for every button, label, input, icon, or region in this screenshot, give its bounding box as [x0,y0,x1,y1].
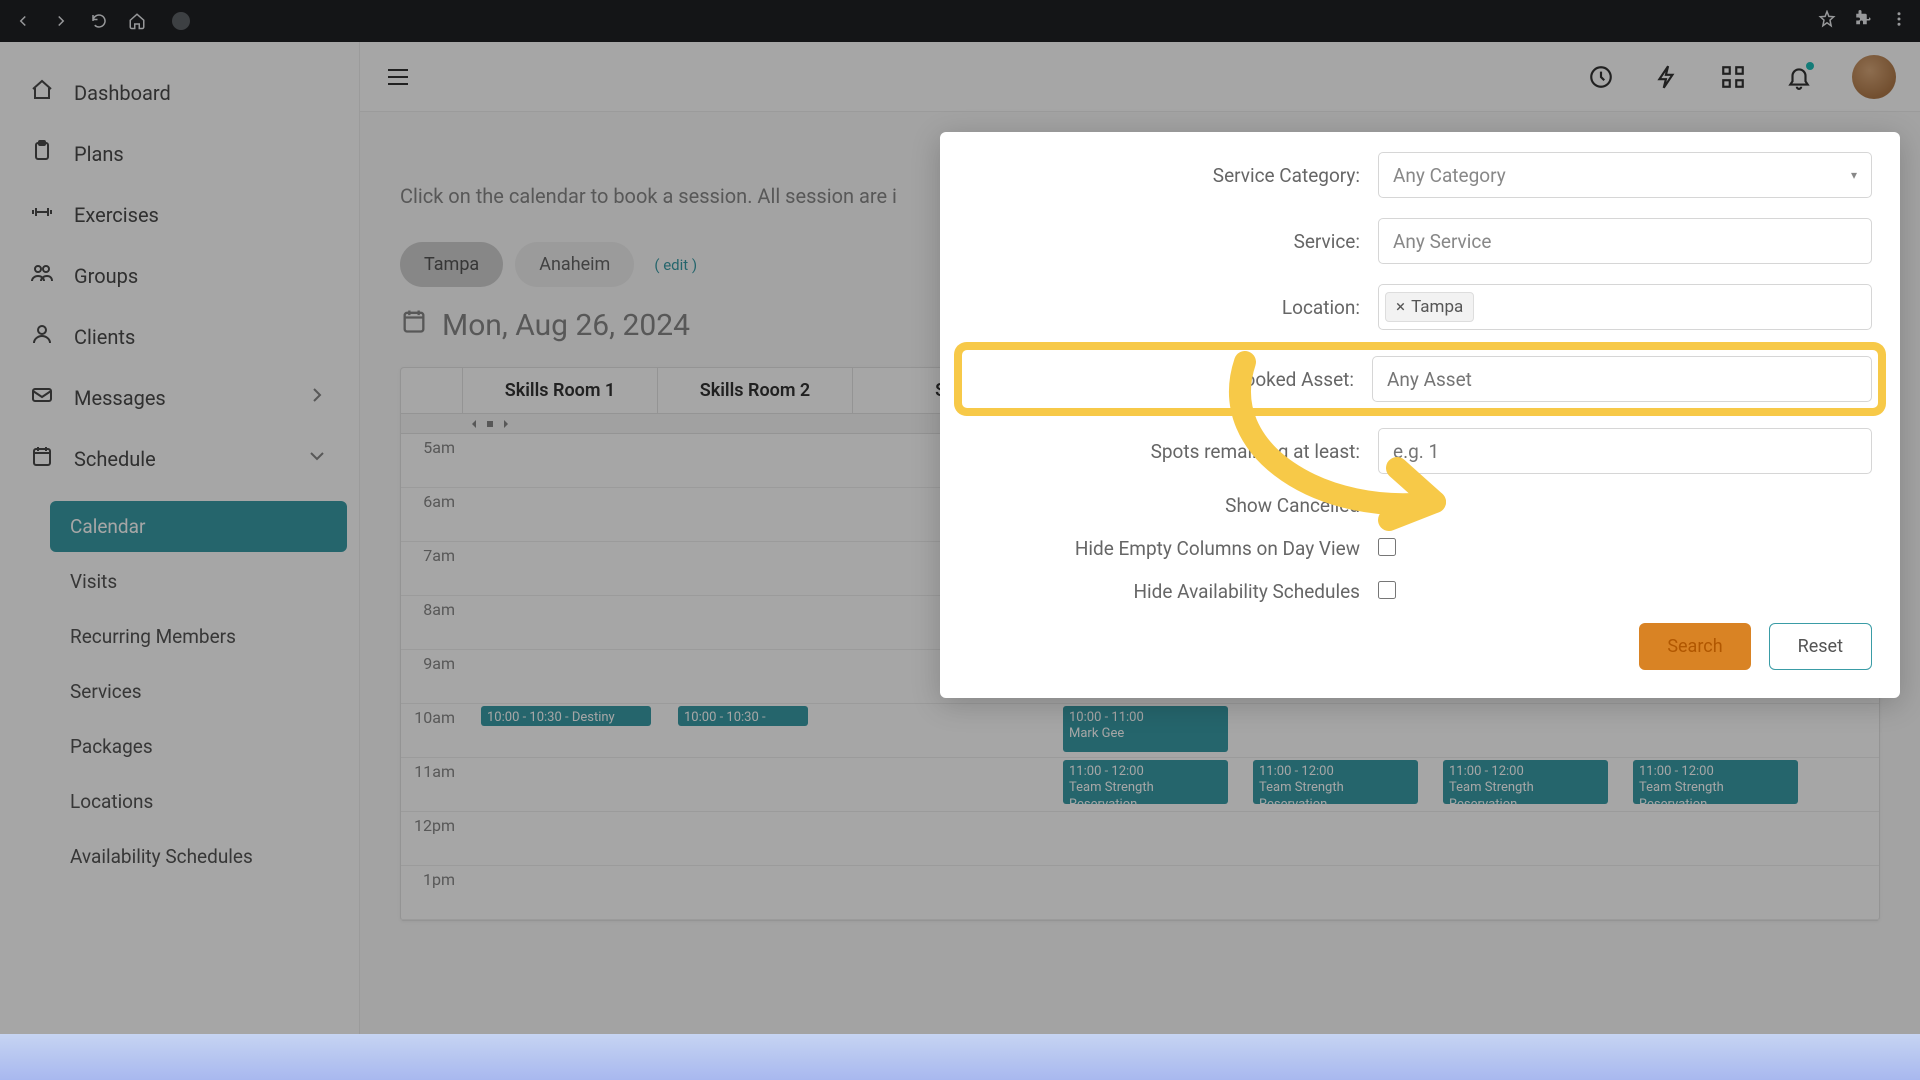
sidebar: Dashboard Plans Exercises Groups Clients… [0,42,360,1080]
sidebar-item-label: Exercises [74,203,159,227]
hide-availability-label: Hide Availability Schedules [968,580,1378,603]
location-select[interactable]: ×Tampa [1378,284,1872,330]
clock-icon[interactable] [1588,64,1614,90]
pill-tampa[interactable]: Tampa [400,242,503,287]
sidebar-sub-calendar[interactable]: Calendar [50,501,347,552]
site-info-icon[interactable] [172,12,190,30]
sidebar-item-label: Dashboard [74,81,171,105]
booked-asset-input[interactable] [1372,356,1872,402]
column-header: Skills Room 2 [658,368,853,413]
caret-down-icon: ▾ [1851,168,1857,182]
event[interactable]: 11:00 - 12:00 Team Strength Reservation [1443,760,1608,804]
sidebar-item-label: Schedule [74,447,156,471]
menu-icon[interactable] [1890,10,1908,32]
home-button[interactable] [126,10,148,32]
avatar[interactable] [1852,55,1896,99]
sidebar-sub-availability[interactable]: Availability Schedules [50,831,347,882]
caret-right-icon [501,419,511,429]
hide-empty-checkbox[interactable] [1378,538,1396,556]
sidebar-sub-recurring[interactable]: Recurring Members [50,611,347,662]
person-icon [30,322,54,351]
forward-button[interactable] [50,10,72,32]
reload-button[interactable] [88,10,110,32]
sidebar-item-label: Clients [74,325,135,349]
caret-left-icon [469,419,479,429]
hide-empty-label: Hide Empty Columns on Day View [968,537,1378,560]
location-label: Location: [968,296,1378,319]
home-icon [30,78,54,107]
event[interactable]: 11:00 - 12:00 Team Strength Reservation [1633,760,1798,804]
service-category-select[interactable]: Any Category▾ [1378,152,1872,198]
bottom-glow-bar [0,1034,1920,1080]
sidebar-item-label: Groups [74,264,138,288]
sidebar-item-plans[interactable]: Plans [0,123,359,184]
sidebar-sub-services[interactable]: Services [50,666,347,717]
event[interactable]: 11:00 - 12:00 Team Strength Reservation [1253,760,1418,804]
main-content: Filters: Location: Tampa , Service: Any … [360,42,1920,1080]
spots-label: Spots remaining at least: [968,440,1378,463]
sidebar-item-groups[interactable]: Groups [0,245,359,306]
calendar-icon [400,307,428,343]
search-button[interactable]: Search [1639,623,1750,670]
filter-panel: Service Category: Any Category▾ Service:… [940,132,1900,698]
sidebar-item-exercises[interactable]: Exercises [0,184,359,245]
schedule-submenu: Calendar Visits Recurring Members Servic… [50,489,359,894]
sidebar-sub-packages[interactable]: Packages [50,721,347,772]
event[interactable]: 10:00 - 10:30 - Maribel [678,706,808,726]
spots-input[interactable] [1378,428,1872,474]
clipboard-icon [30,139,54,168]
mail-icon [30,383,54,412]
back-button[interactable] [12,10,34,32]
event[interactable]: 10:00 - 11:00 Mark Gee [1063,706,1228,752]
notification-dot [1806,62,1814,70]
chevron-right-icon [305,383,329,412]
sidebar-item-dashboard[interactable]: Dashboard [0,62,359,123]
sidebar-item-clients[interactable]: Clients [0,306,359,367]
service-select[interactable]: Any Service [1378,218,1872,264]
groups-icon [30,261,54,290]
sidebar-item-messages[interactable]: Messages [0,367,359,428]
service-category-label: Service Category: [968,164,1378,187]
event[interactable]: 10:00 - 10:30 - Destiny Chan [481,706,651,726]
browser-chrome [0,0,1920,42]
square-icon [485,419,495,429]
apps-icon[interactable] [1720,64,1746,90]
location-tag[interactable]: ×Tampa [1385,292,1474,322]
extensions-icon[interactable] [1854,10,1872,32]
sidebar-item-label: Plans [74,142,124,166]
show-cancelled-checkbox[interactable] [1378,495,1396,513]
hide-availability-checkbox[interactable] [1378,581,1396,599]
calendar-icon [30,444,54,473]
show-cancelled-label: Show Cancelled [968,494,1378,517]
sidebar-sub-visits[interactable]: Visits [50,556,347,607]
sidebar-item-label: Messages [74,386,166,410]
pill-anaheim[interactable]: Anaheim [515,242,634,287]
sidebar-sub-locations[interactable]: Locations [50,776,347,827]
dumbbell-icon [30,200,54,229]
sidebar-item-schedule[interactable]: Schedule [0,428,359,489]
bolt-icon[interactable] [1654,64,1680,90]
pills-edit-link[interactable]: ( edit ) [654,256,697,274]
menu-toggle[interactable] [384,67,412,87]
booked-asset-label: Booked Asset: [962,368,1372,391]
event[interactable]: 11:00 - 12:00 Team Strength Reservation [1063,760,1228,804]
topbar [360,42,1920,112]
reset-button[interactable]: Reset [1769,623,1872,670]
column-header: Skills Room 1 [463,368,658,413]
bell-icon[interactable] [1786,64,1812,90]
service-label: Service: [968,230,1378,253]
bookmark-icon[interactable] [1818,10,1836,32]
chevron-down-icon [305,444,329,473]
